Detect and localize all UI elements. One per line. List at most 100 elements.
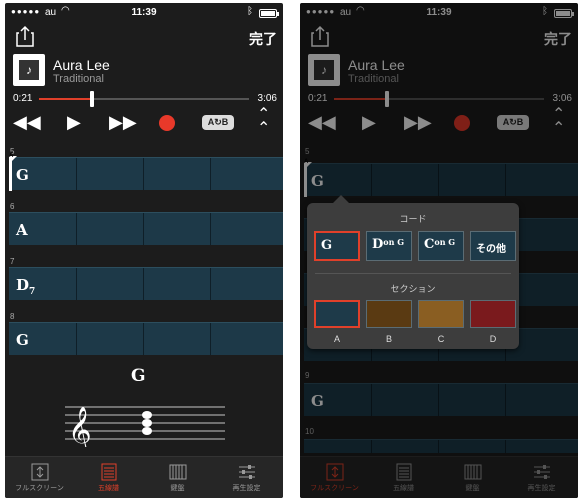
rewind-icon[interactable]: ◀◀ bbox=[308, 110, 336, 134]
ab-repeat-button[interactable]: A↻B bbox=[202, 115, 234, 130]
chord-bass: on G bbox=[383, 237, 405, 247]
music-note-icon: ♪ bbox=[314, 60, 334, 80]
fast-forward-icon[interactable]: ▶▶ bbox=[109, 110, 137, 134]
tab-keyboard[interactable]: 鍵盤 bbox=[143, 457, 212, 498]
svg-text:𝄞: 𝄞 bbox=[68, 407, 92, 447]
progress-slider[interactable] bbox=[39, 91, 249, 107]
section-flag-icon: A bbox=[304, 159, 312, 170]
tab-fullscreen[interactable]: フルスクリーン bbox=[300, 457, 369, 498]
chord-label: A bbox=[16, 221, 28, 239]
done-button[interactable]: 完了 bbox=[249, 29, 277, 49]
progress-fill bbox=[334, 98, 387, 100]
chord-root: D bbox=[372, 237, 384, 252]
keyboard-icon bbox=[464, 464, 481, 480]
section-label: B bbox=[385, 334, 392, 344]
total-time: 3:06 bbox=[552, 93, 572, 104]
total-time: 3:06 bbox=[257, 93, 277, 104]
keyboard-icon bbox=[169, 464, 186, 480]
section-option-d[interactable] bbox=[470, 300, 516, 328]
measure-number: 8 bbox=[10, 312, 15, 321]
chord-root: G bbox=[321, 238, 333, 253]
chord-option[interactable]: G bbox=[314, 231, 360, 261]
section-label: C bbox=[437, 334, 445, 344]
measure-row[interactable]: A bbox=[9, 212, 283, 245]
chord-label: G bbox=[311, 172, 324, 190]
measure-number: 6 bbox=[10, 202, 15, 211]
song-title: Aura Lee bbox=[53, 57, 110, 73]
measure-row[interactable]: G bbox=[9, 322, 283, 355]
measure-row[interactable] bbox=[304, 439, 578, 453]
tab-fullscreen[interactable]: フルスクリーン bbox=[5, 457, 74, 498]
play-icon[interactable]: ▶ bbox=[362, 110, 376, 134]
score-icon bbox=[101, 463, 116, 481]
bottom-tab-bar: フルスクリーン 五線譜 鍵盤 再生設定 bbox=[300, 456, 578, 498]
section-option-b[interactable] bbox=[366, 300, 412, 328]
tab-playback-settings[interactable]: 再生設定 bbox=[212, 457, 281, 498]
collapse-chevron-icon[interactable]: ⌃ ⌃ bbox=[257, 107, 270, 137]
share-icon[interactable] bbox=[15, 25, 35, 47]
measure-row[interactable]: D7 bbox=[9, 267, 283, 300]
chord-option[interactable]: Con G bbox=[418, 231, 464, 261]
chord-staff-notation: 𝄞 bbox=[65, 406, 225, 447]
ab-repeat-button[interactable]: A↻B bbox=[497, 115, 529, 130]
tab-label: 五線譜 bbox=[393, 485, 414, 492]
done-button[interactable]: 完了 bbox=[544, 29, 572, 49]
battery-icon bbox=[554, 9, 574, 18]
tab-label: 鍵盤 bbox=[170, 485, 185, 492]
tab-playback-settings[interactable]: 再生設定 bbox=[507, 457, 576, 498]
rewind-icon[interactable]: ◀◀ bbox=[13, 110, 41, 134]
settings-sliders-icon bbox=[238, 465, 255, 479]
record-button[interactable] bbox=[454, 115, 470, 131]
chord-label: G bbox=[311, 392, 324, 410]
status-time: 11:39 bbox=[426, 7, 452, 18]
collapse-chevron-icon[interactable]: ⌃ ⌃ bbox=[552, 107, 565, 137]
share-icon[interactable] bbox=[310, 25, 330, 47]
measure-row[interactable]: G bbox=[304, 383, 578, 416]
record-button[interactable] bbox=[159, 115, 175, 131]
status-bar: ●●●●● au ◠ 11:39 ᛒ bbox=[300, 3, 578, 23]
tab-label: 五線譜 bbox=[98, 485, 119, 492]
measure-number: 10 bbox=[305, 427, 314, 436]
chord-other-button[interactable]: その他 bbox=[470, 231, 516, 261]
measure-row[interactable]: A G bbox=[9, 153, 283, 191]
tab-label: フルスクリーン bbox=[15, 485, 64, 492]
tab-label: 再生設定 bbox=[527, 485, 556, 492]
song-artist: Traditional bbox=[348, 73, 399, 85]
status-time: 11:39 bbox=[131, 7, 157, 18]
section-option-a[interactable] bbox=[314, 300, 360, 328]
chord-root: D bbox=[16, 276, 30, 294]
tab-label: 再生設定 bbox=[232, 485, 261, 492]
bottom-tab-bar: フルスクリーン 五線譜 鍵盤 再生設定 bbox=[5, 456, 283, 498]
settings-sliders-icon bbox=[533, 465, 550, 479]
section-header: セクション bbox=[390, 284, 436, 294]
chord-bass: on G bbox=[434, 237, 456, 247]
status-bar: ●●●●● au ◠ 11:39 ᛒ bbox=[5, 3, 283, 23]
fullscreen-icon bbox=[31, 463, 48, 481]
progress-fill bbox=[39, 98, 92, 100]
popover-divider bbox=[315, 273, 511, 274]
measure-number: 9 bbox=[305, 371, 310, 380]
progress-thumb[interactable] bbox=[384, 91, 389, 107]
fast-forward-icon[interactable]: ▶▶ bbox=[404, 110, 432, 134]
album-art: ♪ bbox=[13, 54, 45, 86]
progress-thumb[interactable] bbox=[89, 91, 94, 107]
album-art: ♪ bbox=[308, 54, 340, 86]
chord-extension: 7 bbox=[29, 287, 36, 297]
tab-score[interactable]: 五線譜 bbox=[369, 457, 438, 498]
measure-row[interactable]: A G bbox=[304, 159, 578, 197]
bluetooth-icon: ᛒ bbox=[247, 6, 253, 17]
tab-keyboard[interactable]: 鍵盤 bbox=[438, 457, 507, 498]
section-option-c[interactable] bbox=[418, 300, 464, 328]
progress-slider[interactable] bbox=[334, 91, 544, 107]
chord-root: C bbox=[424, 237, 435, 252]
transport-controls: ◀◀ ▶ ▶▶ A↻B ⌃ ⌃ bbox=[300, 107, 578, 137]
chord-option[interactable]: Don G bbox=[366, 231, 412, 261]
section-label: D bbox=[489, 334, 497, 344]
bluetooth-icon: ᛒ bbox=[542, 6, 548, 17]
chord-label: D7 bbox=[16, 276, 35, 297]
tab-score[interactable]: 五線譜 bbox=[74, 457, 143, 498]
tab-label: フルスクリーン bbox=[310, 485, 359, 492]
transport-controls: ◀◀ ▶ ▶▶ A↻B ⌃ ⌃ bbox=[5, 107, 283, 137]
play-icon[interactable]: ▶ bbox=[67, 110, 81, 134]
current-time: 0:21 bbox=[13, 93, 33, 104]
